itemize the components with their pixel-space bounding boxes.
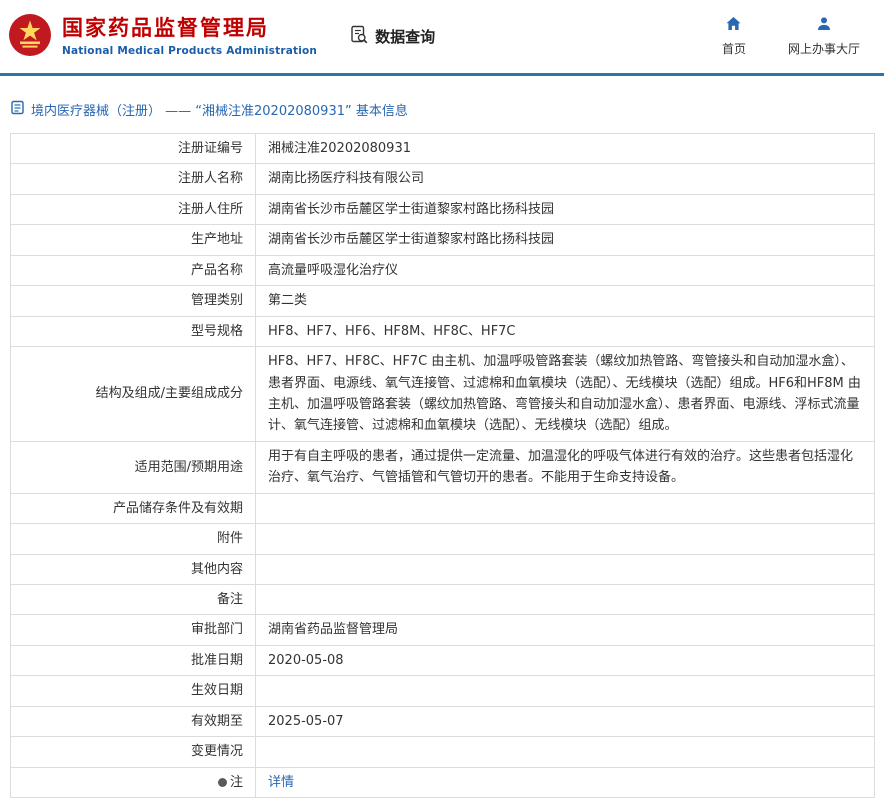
document-icon [10,100,25,119]
note-dot-icon [217,777,227,787]
header-nav: 首页 网上办事大厅 [722,16,860,57]
agency-name-en: National Medical Products Administration [62,44,318,57]
table-row: 生产地址 湖南省长沙市岳麓区学士街道黎家村路比扬科技园 [10,224,875,256]
row-value: HF8、HF7、HF8C、HF7C 由主机、加温呼吸管路套装（螺纹加热管路、弯管… [255,346,875,442]
row-value [255,675,875,707]
row-value: 第二类 [255,285,875,317]
row-label: 生产地址 [10,224,256,256]
row-value: HF8、HF7、HF6、HF8M、HF8C、HF7C [255,315,875,348]
table-row: 结构及组成/主要组成成分 HF8、HF7、HF8C、HF7C 由主机、加温呼吸管路… [10,346,875,442]
row-label: 注 [10,766,256,799]
row-label: 审批部门 [10,614,256,646]
row-label: 注册人住所 [10,193,256,226]
table-row: 有效期至 2025-05-07 [10,705,875,738]
row-label: 产品名称 [10,254,256,287]
row-value: 湖南省长沙市岳麓区学士街道黎家村路比扬科技园 [255,224,875,256]
table-row: 生效日期 [10,675,875,707]
nav-home-label: 首页 [721,42,746,56]
row-value [255,583,875,616]
row-label: 适用范围/预期用途 [10,440,256,494]
row-value: 2025-05-07 [255,705,875,738]
page-title-bar: 境内医疗器械（注册） —— “湘械注准20202080931” 基本信息 [10,100,884,119]
agency-title-block: 国家药品监督管理局 National Medical Products Admi… [62,16,317,56]
table-row: 备注 [10,583,875,616]
row-value: 湘械注准20202080931 [255,132,875,165]
table-row: 审批部门 湖南省药品监督管理局 [10,614,875,646]
table-row: 产品名称 高流量呼吸湿化治疗仪 [10,254,875,287]
person-icon [816,16,832,36]
table-row: 注册证编号 湘械注准20202080931 [10,132,875,165]
row-value [255,523,875,555]
data-query-label: 数据查询 [375,28,436,46]
table-row: 注详情 [10,766,875,799]
data-query-icon [349,25,369,49]
row-label: 产品储存条件及有效期 [10,492,256,525]
home-icon [725,16,742,36]
table-row: 适用范围/预期用途 用于有自主呼吸的患者，通过提供一定流量、加温湿化的呼吸气体进行… [10,440,875,494]
nav-item-service-hall[interactable]: 网上办事大厅 [788,16,860,57]
row-label: 管理类别 [10,285,256,317]
row-value: 详情 [255,766,875,799]
row-label: 其他内容 [10,553,256,586]
table-row: 型号规格 HF8、HF7、HF6、HF8M、HF8C、HF7C [10,315,875,348]
row-label: 备注 [10,583,256,616]
table-row: 注册人住所 湖南省长沙市岳麓区学士街道黎家村路比扬科技园 [10,193,875,226]
row-value: 湖南省药品监督管理局 [255,614,875,646]
row-label: 有效期至 [10,705,256,738]
row-value: 湖南省长沙市岳麓区学士街道黎家村路比扬科技园 [255,193,875,226]
row-value [255,553,875,586]
row-value: 2020-05-08 [255,644,875,677]
table-row: 注册人名称 湖南比扬医疗科技有限公司 [10,163,875,195]
row-label: 生效日期 [10,675,256,707]
page-title: 境内医疗器械（注册） —— “湘械注准20202080931” 基本信息 [31,104,408,119]
agency-name-cn: 国家药品监督管理局 [62,16,269,41]
row-value: 湖南比扬医疗科技有限公司 [255,163,875,195]
table-row: 批准日期 2020-05-08 [10,644,875,677]
row-label: 结构及组成/主要组成成分 [10,346,256,442]
table-row: 管理类别 第二类 [10,285,875,317]
table-row: 其他内容 [10,553,875,586]
nav-item-home[interactable]: 首页 [722,16,746,57]
row-value [255,492,875,525]
row-label: 注册人名称 [10,163,256,195]
row-value: 高流量呼吸湿化治疗仪 [255,254,875,287]
row-label: 变更情况 [10,736,256,768]
table-row: 附件 [10,523,875,555]
row-label: 型号规格 [10,315,256,348]
nav-hall-label: 网上办事大厅 [787,42,860,56]
row-label: 注册证编号 [10,132,256,165]
info-table-body: 注册证编号 湘械注准20202080931 注册人名称 湖南比扬医疗科技有限公司 注册人… [10,132,875,799]
data-query-nav[interactable]: 数据查询 [349,25,435,49]
row-label: 批准日期 [10,644,256,677]
site-header: 国家药品监督管理局 National Medical Products Admi… [0,0,884,76]
row-value: 用于有自主呼吸的患者，通过提供一定流量、加温湿化的呼吸气体进行有效的治疗。这些患… [255,440,875,494]
row-value [255,736,875,768]
registration-info-table: 注册证编号 湘械注准20202080931 注册人名称 湖南比扬医疗科技有限公司 注册人… [10,132,875,799]
detail-link[interactable]: 详情 [268,775,294,790]
table-row: 产品储存条件及有效期 [10,492,875,525]
nmpa-emblem-logo [8,13,52,61]
table-row: 变更情况 [10,736,875,768]
row-label: 附件 [10,523,256,555]
